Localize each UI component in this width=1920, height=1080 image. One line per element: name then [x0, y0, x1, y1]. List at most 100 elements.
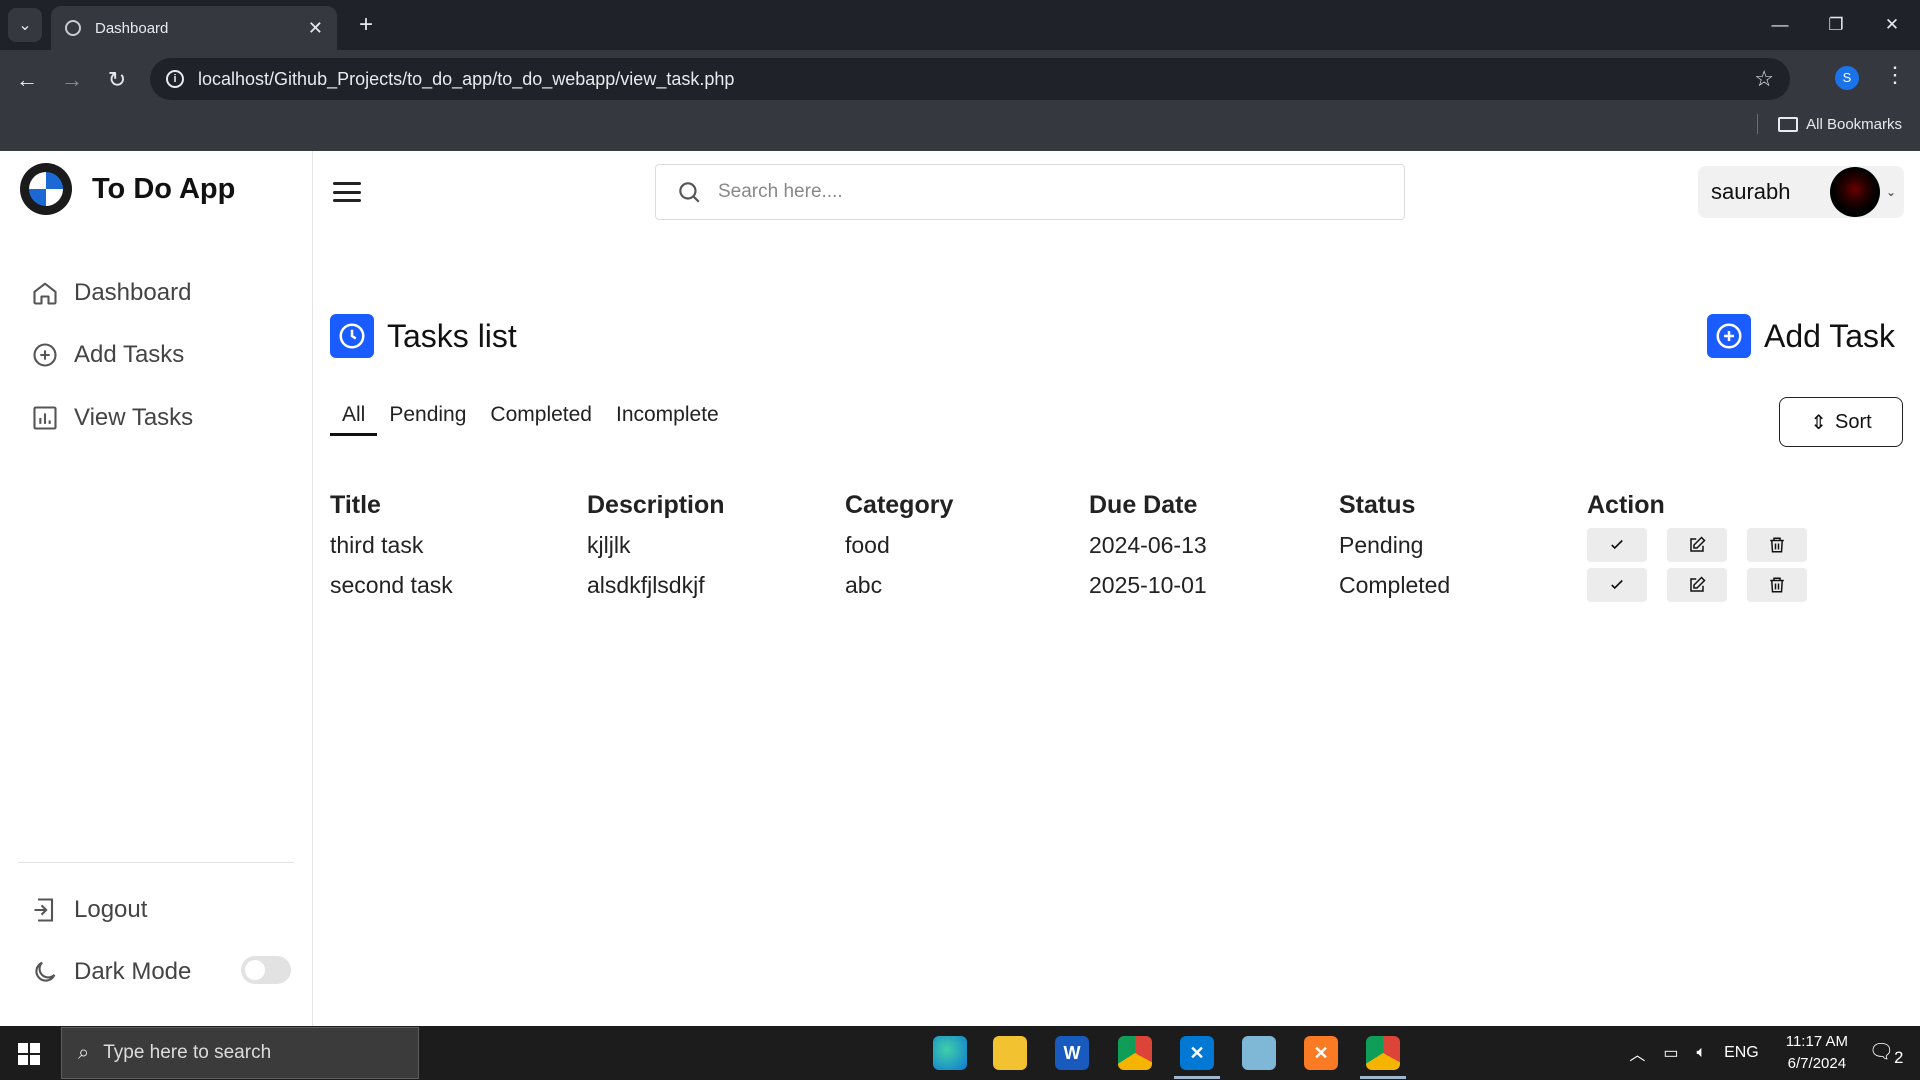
- bookmark-star-icon[interactable]: ☆: [1754, 66, 1774, 92]
- table-row: second task alsdkfjlsdkjf abc 2025-10-01…: [330, 565, 1837, 605]
- tasks-table: Title Description Category Due Date Stat…: [330, 485, 1837, 605]
- sidebar-item-label: Dashboard: [74, 279, 192, 306]
- page-heading: Tasks list: [330, 314, 517, 358]
- dark-mode-toggle[interactable]: [241, 956, 291, 984]
- bar-chart-icon: [30, 403, 60, 433]
- back-arrow-icon[interactable]: ←: [10, 63, 44, 97]
- notepad-icon[interactable]: [1242, 1036, 1276, 1070]
- sidebar-item-dark-mode: Dark Mode: [30, 957, 191, 987]
- delete-button[interactable]: [1747, 568, 1807, 602]
- notification-center[interactable]: 🗨︎2: [1866, 1039, 1906, 1068]
- task-category: abc: [845, 571, 883, 598]
- search-input[interactable]: [718, 181, 1404, 203]
- sidebar-item-label: Add Tasks: [74, 341, 185, 368]
- windows-start-icon[interactable]: [18, 1043, 40, 1065]
- minimize-button[interactable]: —: [1752, 0, 1808, 50]
- clock[interactable]: 11:17 AM 6/7/2024: [1786, 1031, 1848, 1075]
- clock-icon: [330, 314, 374, 358]
- language-indicator[interactable]: ENG: [1724, 1044, 1759, 1062]
- brand-name: To Do App: [92, 172, 236, 205]
- edge-icon[interactable]: [933, 1036, 967, 1070]
- forward-arrow-icon[interactable]: →: [55, 63, 89, 97]
- edit-icon: [1690, 576, 1706, 592]
- file-explorer-icon[interactable]: [993, 1036, 1027, 1070]
- tab-pending[interactable]: Pending: [377, 403, 478, 436]
- user-name: saurabh: [1711, 179, 1791, 204]
- sidebar-item-label: View Tasks: [74, 404, 194, 431]
- tab-search-button[interactable]: ⌄: [8, 8, 42, 42]
- tab-close-icon[interactable]: ✕: [308, 18, 323, 39]
- logout-label: Logout: [74, 896, 148, 923]
- sidebar-item-add-tasks[interactable]: Add Tasks: [30, 340, 184, 370]
- tab-completed[interactable]: Completed: [478, 403, 604, 436]
- sort-button[interactable]: ⇕ Sort: [1779, 397, 1903, 447]
- complete-button[interactable]: [1587, 568, 1647, 602]
- brand[interactable]: To Do App: [20, 163, 235, 215]
- restore-button[interactable]: ❐: [1808, 0, 1864, 50]
- edit-button[interactable]: [1667, 568, 1727, 602]
- clock-time: 11:17 AM: [1785, 1033, 1848, 1050]
- battery-icon[interactable]: ▭: [1663, 1043, 1678, 1063]
- task-due-date: 2025-10-01: [1089, 571, 1207, 598]
- add-task-button[interactable]: Add Task: [1707, 314, 1895, 358]
- clock-date: 6/7/2024: [1787, 1055, 1847, 1072]
- system-tray: ︿ ▭ 🔈︎ ENG 11:17 AM 6/7/2024 🗨︎2: [1620, 1026, 1920, 1080]
- app-page: To Do App Dashboard Add Tasks View Tasks: [0, 151, 1920, 1026]
- sort-icon: ⇕: [1810, 411, 1828, 434]
- sidebar-item-logout[interactable]: Logout: [30, 895, 147, 925]
- reload-icon[interactable]: ↻: [100, 63, 134, 97]
- new-tab-button[interactable]: +: [352, 11, 380, 39]
- browser-menu-icon[interactable]: ⋮: [1884, 62, 1906, 88]
- chrome-profile-icon[interactable]: [1366, 1036, 1400, 1070]
- complete-button[interactable]: [1587, 528, 1647, 562]
- notification-icon: 🗨︎: [1868, 1040, 1895, 1063]
- column-header: Category: [845, 490, 954, 519]
- plus-circle-icon: [30, 340, 60, 370]
- user-menu[interactable]: saurabh ⌄: [1698, 166, 1904, 218]
- check-icon: [1611, 579, 1623, 590]
- bmw-logo: [20, 163, 72, 215]
- all-bookmarks[interactable]: All Bookmarks: [1757, 114, 1902, 134]
- sidebar-item-view-tasks[interactable]: View Tasks: [30, 403, 193, 433]
- chevron-down-icon: ⌄: [1885, 185, 1896, 199]
- volume-icon[interactable]: 🔈︎: [1696, 1044, 1706, 1062]
- sort-label: Sort: [1835, 410, 1872, 433]
- folder-icon: [1778, 116, 1799, 132]
- column-header: Title: [330, 490, 381, 519]
- windows-taskbar: ⌕ Type here to search W ✕ ✕ ︿ ▭ 🔈︎ ENG 1…: [0, 1026, 1920, 1080]
- profile-avatar[interactable]: S: [1835, 66, 1859, 90]
- active-app-indicator: [1360, 1076, 1406, 1079]
- browser-tab[interactable]: Dashboard ✕: [51, 6, 337, 50]
- tab-incomplete[interactable]: Incomplete: [604, 403, 731, 436]
- word-icon[interactable]: W: [1055, 1036, 1089, 1070]
- globe-icon: [65, 20, 81, 36]
- page-title: Tasks list: [387, 317, 517, 354]
- bookmarks-separator: [1757, 114, 1759, 134]
- delete-button[interactable]: [1747, 528, 1807, 562]
- task-title: second task: [330, 571, 453, 598]
- search-icon: [679, 182, 700, 203]
- sidebar: To Do App Dashboard Add Tasks View Tasks: [0, 151, 313, 1026]
- search-icon: ⌕: [78, 1041, 90, 1064]
- chrome-icon[interactable]: [1118, 1036, 1152, 1070]
- sidebar-item-dashboard[interactable]: Dashboard: [30, 278, 191, 308]
- search-box[interactable]: [655, 164, 1405, 220]
- xampp-icon[interactable]: ✕: [1304, 1036, 1338, 1070]
- address-bar[interactable]: i localhost/Github_Projects/to_do_app/to…: [150, 58, 1790, 100]
- site-info-icon[interactable]: i: [166, 70, 184, 88]
- tab-all[interactable]: All: [330, 403, 378, 436]
- dark-mode-label: Dark Mode: [74, 958, 192, 985]
- close-window-button[interactable]: ✕: [1864, 0, 1920, 50]
- vscode-icon[interactable]: ✕: [1180, 1036, 1214, 1070]
- taskbar-search[interactable]: ⌕ Type here to search: [61, 1027, 419, 1079]
- table-row: third task kjljlk food 2024-06-13 Pendin…: [330, 525, 1837, 565]
- column-header: Description: [587, 490, 725, 519]
- task-description: kjljlk: [587, 531, 631, 558]
- plus-circle-icon: [1707, 314, 1751, 358]
- task-actions: [1587, 565, 1837, 605]
- menu-toggle-icon[interactable]: [333, 182, 361, 202]
- edit-button[interactable]: [1667, 528, 1727, 562]
- url-text[interactable]: localhost/Github_Projects/to_do_app/to_d…: [198, 69, 1754, 90]
- task-status: Pending: [1339, 531, 1424, 558]
- chevron-up-icon[interactable]: ︿: [1629, 1041, 1645, 1065]
